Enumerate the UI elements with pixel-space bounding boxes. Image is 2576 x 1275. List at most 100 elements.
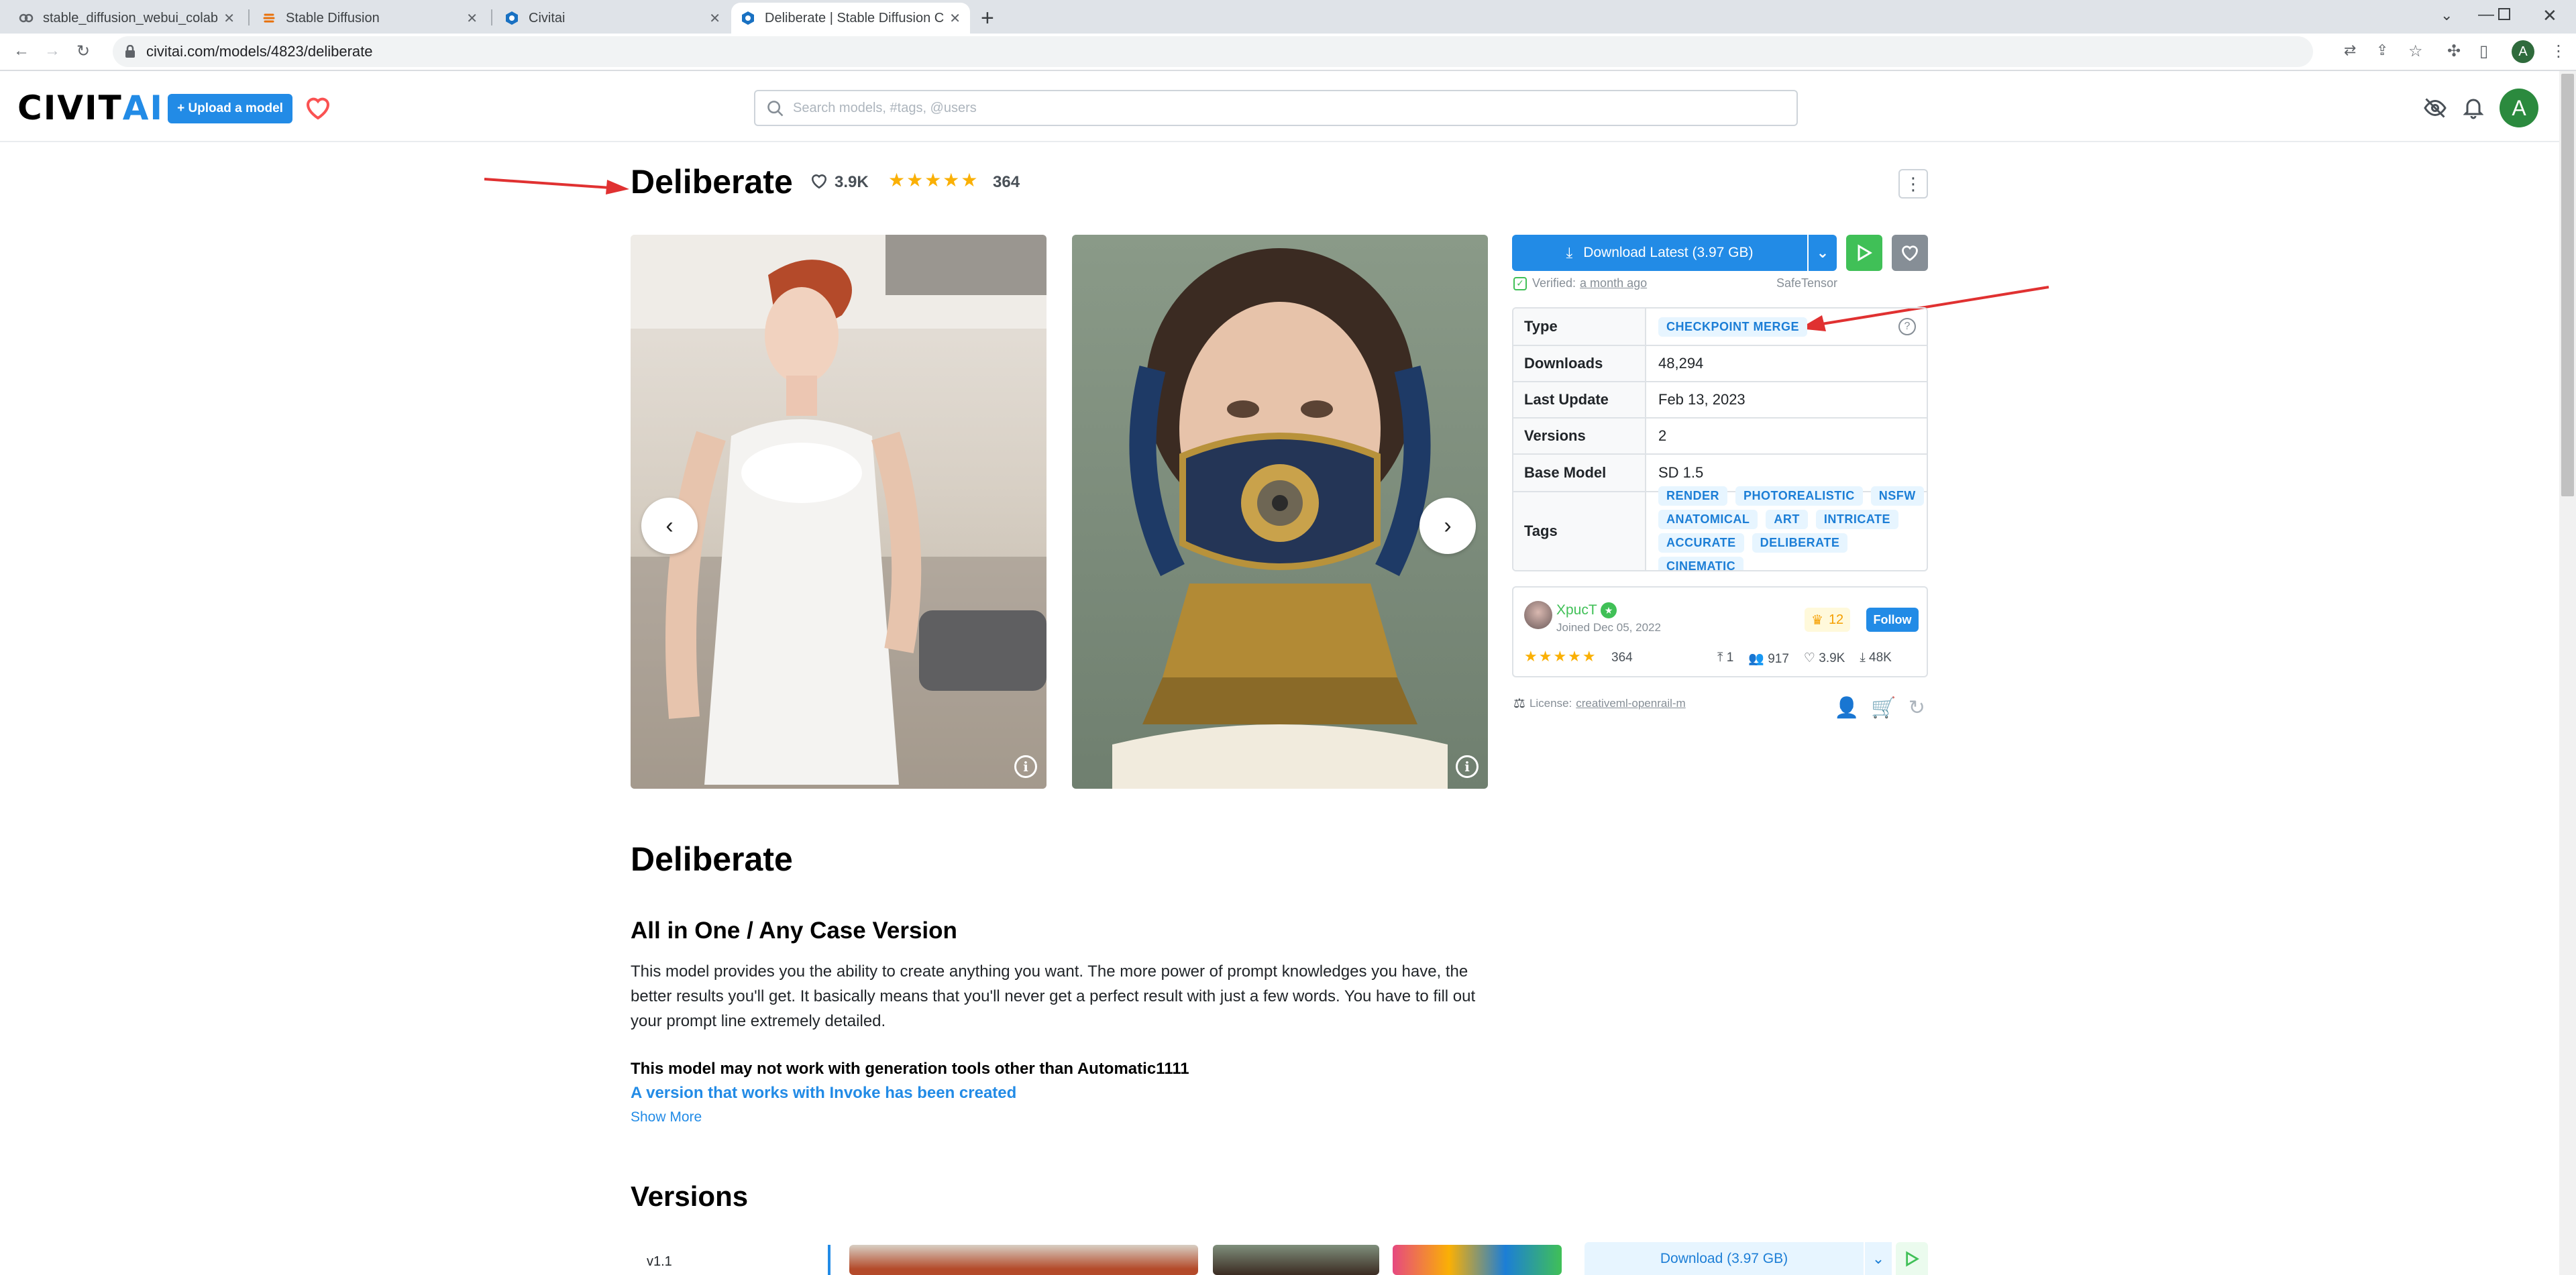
download-icon: ⤓	[1566, 244, 1573, 261]
url-text: civitai.com/models/4823/deliberate	[146, 43, 373, 60]
tag-badge[interactable]: CINEMATIC	[1658, 557, 1744, 570]
follow-button[interactable]: Follow	[1866, 608, 1919, 632]
tab-title: stable_diffusion_webui_colab.ipynb	[43, 10, 218, 25]
favorite-button[interactable]	[1892, 235, 1928, 271]
tag-badge[interactable]: INTRICATE	[1815, 510, 1898, 529]
close-tab-icon[interactable]: ✕	[223, 10, 235, 27]
search-input[interactable]: Search models, #tags, @users	[754, 90, 1798, 126]
tag-badge[interactable]: ACCURATE	[1658, 533, 1744, 553]
red-arrow-annotation	[484, 178, 629, 195]
heart-icon: ♡	[1803, 651, 1815, 665]
version-thumb-3[interactable]	[1393, 1245, 1562, 1275]
download-latest-button[interactable]: ⤓ Download Latest (3.97 GB)	[1512, 235, 1807, 271]
close-window-icon[interactable]: ✕	[2542, 5, 2557, 26]
page-scrollbar-thumb[interactable]	[2561, 74, 2574, 496]
address-bar[interactable]: civitai.com/models/4823/deliberate	[113, 36, 2313, 67]
lock-icon	[125, 45, 135, 58]
uploads-stat: ⤒ 1	[1717, 651, 1734, 665]
version-download-chevron-icon[interactable]: ⌄	[1865, 1242, 1892, 1275]
tag-badge[interactable]: PHOTOREALISTIC	[1735, 486, 1863, 506]
tag-badge[interactable]: RENDER	[1658, 486, 1728, 506]
restore-icon[interactable]	[2498, 8, 2510, 20]
tab-title: Civitai	[529, 10, 566, 25]
like-count: 3.9K	[835, 173, 869, 191]
forward-icon[interactable]: →	[44, 42, 60, 60]
play-icon	[1906, 1250, 1919, 1267]
browser-tab-deliberate[interactable]: Deliberate | Stable Diffusion Checkpoint…	[731, 3, 970, 34]
likes-stat: ♡ 3.9K	[1803, 651, 1845, 665]
tag-badge[interactable]: DELIBERATE	[1752, 533, 1848, 553]
preview-image-apron[interactable]: ‹ i	[631, 235, 1046, 789]
license-scale-icon: ⚖	[1513, 696, 1525, 711]
no-credit-icon: 👤	[1834, 697, 1860, 719]
image-info-icon[interactable]: i	[1014, 755, 1037, 778]
invoke-version-link[interactable]: A version that works with Invoke has bee…	[631, 1084, 1016, 1103]
reload-icon[interactable]: ↻	[76, 42, 90, 61]
close-tab-icon[interactable]: ✕	[709, 10, 720, 27]
share-icon[interactable]: ⇪	[2376, 42, 2388, 59]
browser-tab-colab[interactable]: stable_diffusion_webui_colab.ipynb ✕	[9, 3, 244, 34]
version-active-indicator	[828, 1245, 830, 1275]
upload-model-button[interactable]: + Upload a model	[168, 94, 292, 123]
version-thumb-1[interactable]	[849, 1245, 1198, 1275]
heart-icon[interactable]	[305, 95, 331, 121]
run-model-button[interactable]	[1846, 235, 1882, 271]
user-avatar[interactable]: A	[2500, 89, 2538, 127]
rating-count: 364	[993, 173, 1020, 191]
version-download-button[interactable]: Download (3.97 GB)	[1585, 1242, 1864, 1275]
image-info-icon[interactable]: i	[1456, 755, 1479, 778]
creator-rating-stars-icon: ★★★★★	[1524, 648, 1597, 665]
download-options-chevron-icon[interactable]: ⌄	[1809, 235, 1837, 271]
search-placeholder: Search models, #tags, @users	[793, 100, 977, 115]
carousel-next-button[interactable]: ›	[1419, 498, 1476, 554]
like-heart-icon[interactable]	[810, 173, 828, 189]
civitai-logo[interactable]: CIVITAI	[17, 91, 164, 125]
version-thumb-2[interactable]	[1213, 1245, 1379, 1275]
version-run-button[interactable]	[1896, 1242, 1928, 1275]
creator-avatar[interactable]	[1524, 601, 1552, 629]
browser-profile-avatar[interactable]: A	[2512, 40, 2534, 63]
users-icon: 👥	[1748, 652, 1764, 666]
help-circle-icon[interactable]: ?	[1898, 318, 1916, 335]
civitai-icon	[741, 11, 755, 25]
license-link[interactable]: creativeml-openrail-m	[1576, 697, 1685, 710]
close-tab-icon[interactable]: ✕	[949, 10, 961, 27]
tag-badge[interactable]: ART	[1766, 510, 1808, 529]
site-header: CIVITAI + Upload a model Search models, …	[0, 71, 2559, 142]
eye-off-icon[interactable]	[2423, 98, 2447, 118]
upload-icon: ⤒	[1717, 651, 1723, 665]
creator-name[interactable]: XpucT	[1556, 602, 1597, 618]
carousel-prev-button[interactable]: ‹	[641, 498, 698, 554]
bookmark-star-icon[interactable]: ☆	[2408, 42, 2423, 61]
browser-tab-civitai[interactable]: Civitai ✕	[495, 3, 730, 34]
creator-rating-count: 364	[1611, 651, 1633, 665]
browser-menu-icon[interactable]: ⋮	[2551, 42, 2567, 61]
rating-stars-icon[interactable]: ★★★★★	[888, 169, 979, 191]
translate-icon[interactable]: ⇄	[2344, 42, 2356, 59]
bell-icon[interactable]	[2463, 97, 2483, 119]
extensions-icon[interactable]: ✣	[2447, 42, 2461, 61]
close-tab-icon[interactable]: ✕	[466, 10, 478, 27]
tab-search-chevron-icon[interactable]: ⌄	[2440, 7, 2453, 24]
new-tab-button[interactable]: +	[981, 5, 994, 32]
shield-check-icon: ✓	[1513, 276, 1527, 290]
version-item-v1-1[interactable]: v1.1	[647, 1254, 672, 1270]
versions-title: Versions	[631, 1180, 749, 1212]
browser-toolbar: ← → ↻ civitai.com/models/4823/deliberate…	[0, 34, 2576, 71]
verified-date-link[interactable]: a month ago	[1580, 276, 1647, 290]
more-options-button[interactable]: ⋮	[1898, 169, 1928, 199]
tag-badge[interactable]: NSFW	[1870, 486, 1924, 506]
download-icon: ⤓	[1860, 651, 1866, 665]
search-icon	[767, 101, 784, 117]
back-icon[interactable]: ←	[13, 42, 30, 60]
about-title: Deliberate	[631, 840, 793, 878]
show-more-link[interactable]: Show More	[631, 1109, 702, 1125]
preview-image-mask[interactable]: › i	[1072, 235, 1488, 789]
side-panel-icon[interactable]: ▯	[2479, 42, 2488, 61]
minimize-icon[interactable]: —	[2478, 5, 2494, 24]
crown-icon: ♛	[1811, 612, 1823, 628]
type-badge[interactable]: CHECKPOINT MERGE	[1658, 317, 1808, 337]
tag-badge[interactable]: ANATOMICAL	[1658, 510, 1758, 529]
browser-tab-stable-diffusion[interactable]: Stable Diffusion ✕	[252, 3, 487, 34]
civitai-icon	[504, 11, 519, 25]
